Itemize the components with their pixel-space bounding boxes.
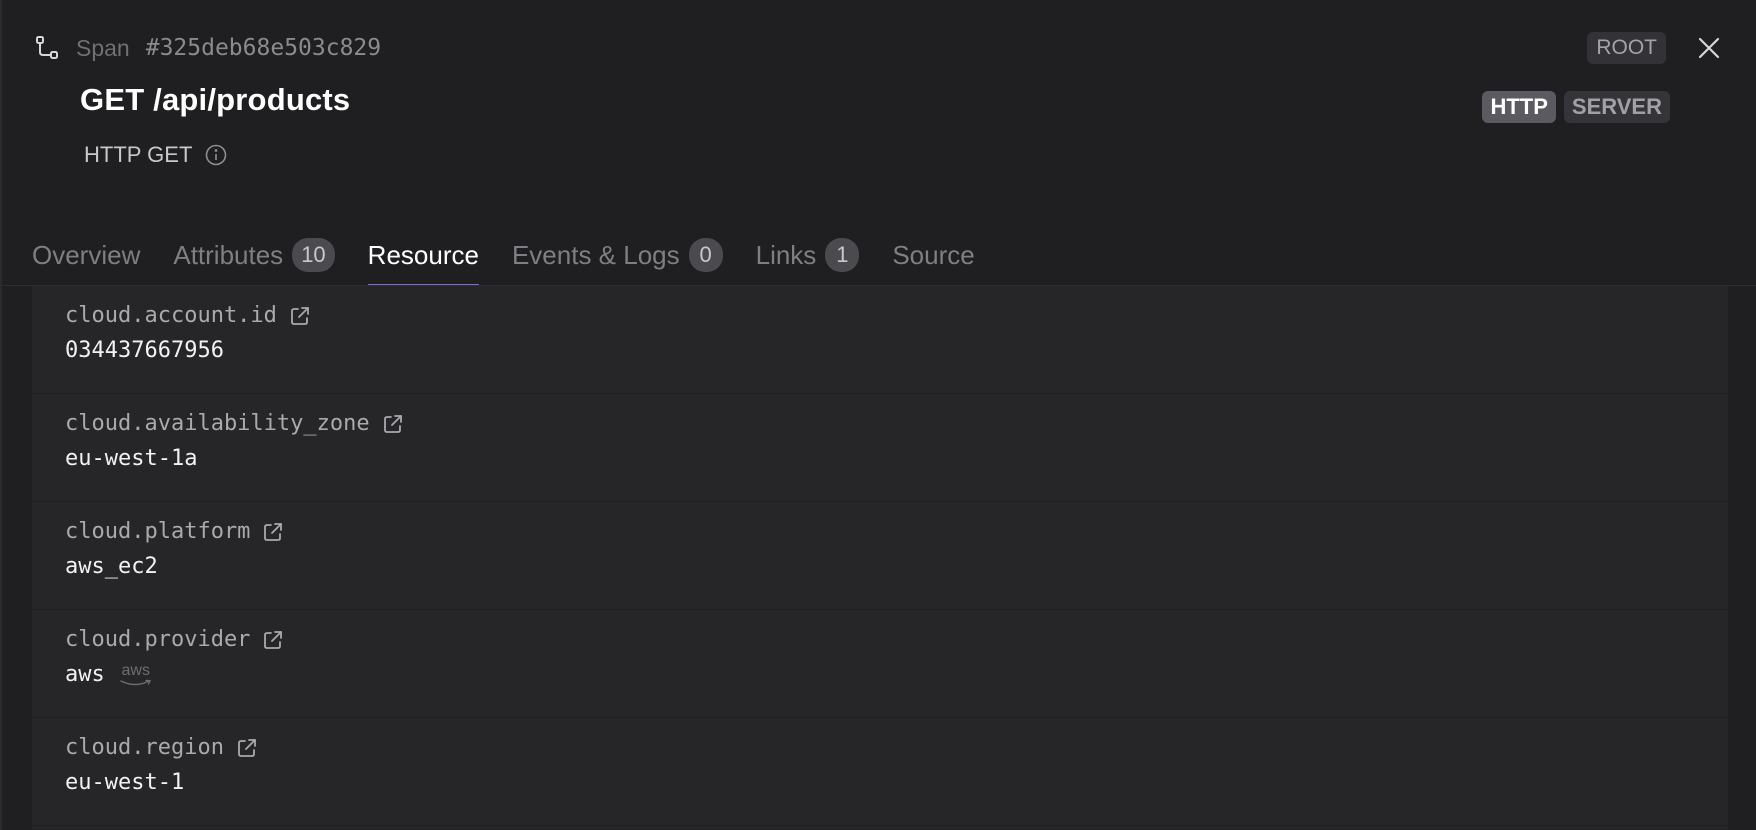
tab-count-badge: 1	[825, 238, 860, 272]
close-icon	[1698, 37, 1720, 59]
span-tree-icon	[34, 34, 62, 62]
span-detail-panel: Span #325deb68e503c829 ROOT GET /api/pro…	[0, 0, 1756, 830]
resource-key[interactable]: cloud.account.id	[65, 303, 277, 328]
tab-links[interactable]: Links 1	[756, 228, 860, 286]
aws-logo: aws	[119, 661, 153, 687]
tab-attributes[interactable]: Attributes 10	[173, 228, 335, 286]
span-operation: HTTP GET	[84, 142, 193, 167]
resource-value: eu-west-1a	[65, 446, 198, 471]
span-header: Span #325deb68e503c829 ROOT	[34, 28, 1726, 68]
resource-value: 034437667956	[65, 338, 224, 363]
resource-value: aws	[65, 662, 105, 687]
tab-count-badge: 0	[688, 238, 723, 272]
external-link-icon[interactable]	[382, 413, 404, 435]
resource-row: cloud.availability_zone eu-west-1a	[32, 394, 1728, 502]
http-badge: HTTP	[1482, 91, 1556, 123]
server-badge: SERVER	[1563, 91, 1670, 123]
span-badges: HTTP SERVER	[1482, 91, 1670, 123]
resource-value: eu-west-1	[65, 770, 185, 795]
info-icon[interactable]	[204, 143, 228, 167]
tab-count-badge: 10	[292, 238, 335, 272]
tab-label: Events & Logs	[511, 239, 680, 270]
span-subtitle: HTTP GET	[84, 142, 228, 168]
external-link-icon[interactable]	[289, 305, 311, 327]
tab-overview[interactable]: Overview	[32, 228, 140, 286]
tab-label: Overview	[32, 239, 141, 270]
close-button[interactable]	[1692, 31, 1726, 65]
span-id: #325deb68e503c829	[145, 35, 382, 61]
resource-key[interactable]: cloud.provider	[65, 627, 250, 652]
resource-row: cloud.region eu-west-1	[32, 718, 1728, 826]
external-link-icon[interactable]	[236, 737, 258, 759]
resource-value: aws_ec2	[65, 554, 158, 579]
tab-resource[interactable]: Resource	[367, 228, 480, 286]
tab-label: Resource	[367, 239, 479, 270]
resource-row: cloud.platform aws_ec2	[32, 502, 1728, 610]
resource-list: cloud.account.id 034437667956 cloud.avai…	[32, 286, 1728, 830]
tab-source[interactable]: Source	[892, 228, 974, 286]
resource-key[interactable]: cloud.platform	[65, 519, 250, 544]
tab-bar: Overview Attributes 10 Resource Events &…	[32, 224, 1008, 286]
external-link-icon[interactable]	[262, 629, 284, 651]
external-link-icon[interactable]	[262, 521, 284, 543]
tab-label: Attributes	[173, 239, 284, 270]
span-kind-label: Span	[76, 34, 130, 61]
span-title: GET /api/products	[80, 82, 351, 117]
tab-label: Source	[892, 239, 975, 270]
tab-events-logs[interactable]: Events & Logs 0	[512, 228, 723, 286]
resource-row: cloud.provider aws aws	[32, 610, 1728, 718]
aws-logo-text: aws	[121, 661, 150, 679]
resource-row: cloud.account.id 034437667956	[32, 286, 1728, 394]
tab-label: Links	[755, 239, 817, 270]
root-badge: ROOT	[1587, 32, 1666, 64]
aws-smile-icon	[120, 679, 151, 685]
resource-key[interactable]: cloud.region	[65, 735, 224, 760]
resource-key[interactable]: cloud.availability_zone	[65, 411, 370, 436]
